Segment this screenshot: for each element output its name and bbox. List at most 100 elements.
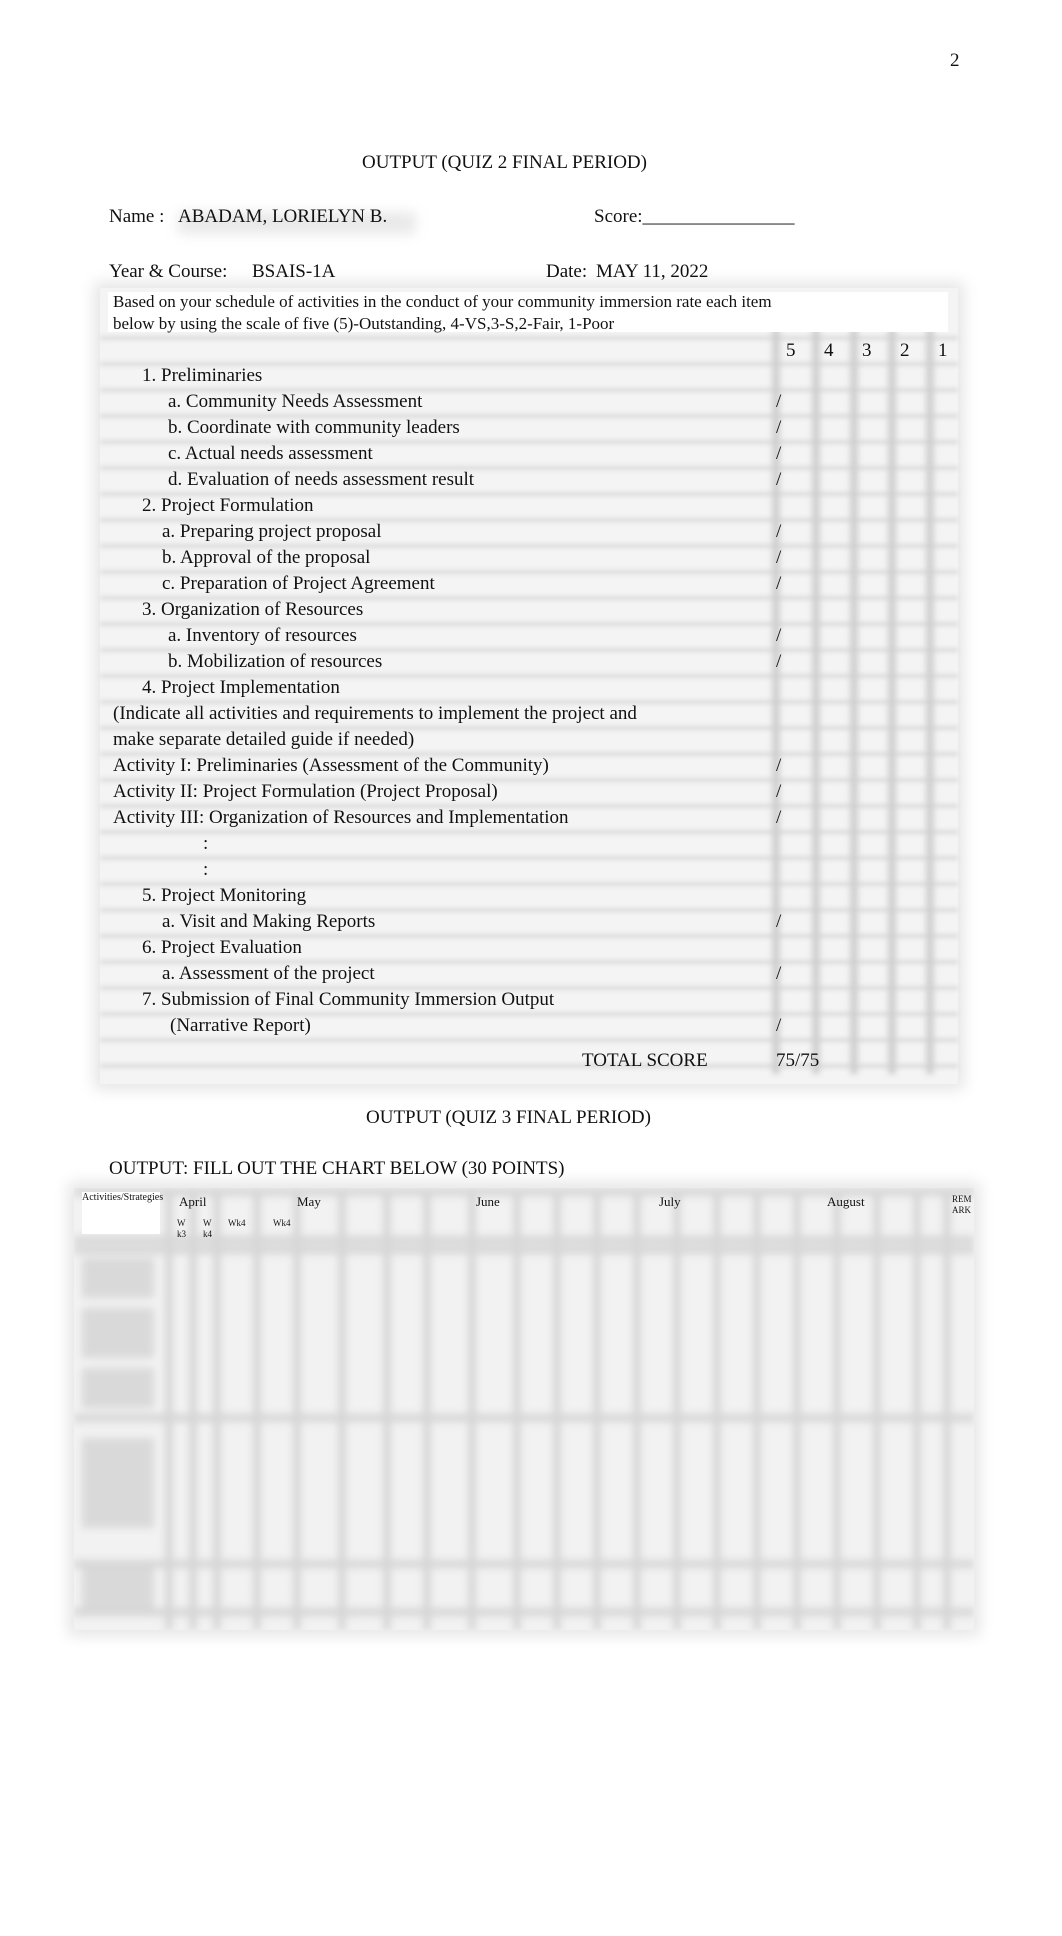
rating-mark: / [776,1015,782,1036]
quiz2-title: OUTPUT (QUIZ 2 FINAL PERIOD) [362,152,647,173]
rubric-item-label: a. Inventory of resources [168,625,357,646]
rubric-item-label: 4. Project Implementation [142,677,340,698]
rubric-item-label: Activity II: Project Formulation (Projec… [113,781,498,802]
activity-chart: Activities/Strategies April May June Jul… [74,1188,974,1630]
rubric-item: a. Community Needs Assessment / [100,391,958,417]
remark-header: REMARK [952,1194,972,1215]
rubric-item-label: Activity III: Organization of Resources … [113,807,569,828]
rubric-item-label: : [203,833,209,854]
rating-mark: / [776,417,782,438]
rubric-item: 5. Project Monitoring [100,885,958,911]
rubric-item: (Indicate all activities and requirement… [100,703,958,729]
rubric-item: b. Approval of the proposal / [100,547,958,573]
rating-mark: / [776,625,782,646]
rubric-item-label: 7. Submission of Final Community Immersi… [142,989,555,1010]
activities-header: Activities/Strategies [82,1192,163,1234]
week-label: Wk4 [203,1218,212,1239]
page-number: 2 [950,50,960,71]
rubric-item: a. Assessment of the project / [100,963,958,989]
rubric-item: (Narrative Report) / [100,1015,958,1041]
rubric-item: b. Coordinate with community leaders / [100,417,958,443]
rubric-item-label: c. Actual needs assessment [168,443,373,464]
rubric-item: 3. Organization of Resources [100,599,958,625]
rubric-item: 7. Submission of Final Community Immersi… [100,989,958,1015]
rubric-item: a. Inventory of resources / [100,625,958,651]
rubric-item-label: a. Visit and Making Reports [162,911,376,932]
date-value: MAY 11, 2022 [596,261,709,282]
rating-mark: / [776,807,782,828]
rubric-item-label: 1. Preliminaries [142,365,263,386]
rubric-item: Activity III: Organization of Resources … [100,807,958,833]
year-course-label: Year & Course: [109,261,228,282]
rubric-item: d. Evaluation of needs assessment result… [100,469,958,495]
rubric-item-label: 2. Project Formulation [142,495,314,516]
rubric-item: : [100,859,958,885]
rubric-item: 6. Project Evaluation [100,937,958,963]
month-may: May [297,1194,321,1209]
rubric-item-label: (Indicate all activities and requirement… [113,703,637,724]
rubric-item: make separate detailed guide if needed) [100,729,958,755]
rating-mark: / [776,651,782,672]
rubric-item: 4. Project Implementation [100,677,958,703]
rating-mark: / [776,391,782,412]
instructions-line-2: below by using the scale of five (5)-Out… [113,314,615,333]
rubric-item-label: 6. Project Evaluation [142,937,302,958]
rubric-item-label: a. Community Needs Assessment [168,391,423,412]
rubric-item: Activity I: Preliminaries (Assessment of… [100,755,958,781]
quiz3-title: OUTPUT (QUIZ 3 FINAL PERIOD) [366,1107,651,1128]
month-april: April [179,1194,207,1209]
rubric-item-label: a. Preparing project proposal [162,521,382,542]
rubric-item: Activity II: Project Formulation (Projec… [100,781,958,807]
year-course-value: BSAIS-1A [252,261,336,282]
rubric-item-label: b. Mobilization of resources [168,651,383,672]
rating-mark: / [776,573,782,594]
rubric-item-label: Activity I: Preliminaries (Assessment of… [113,755,549,776]
scale-4: 4 [824,340,834,361]
rating-mark: / [776,547,782,568]
total-score-value: 75/75 [776,1050,820,1071]
date-label: Date: [546,261,588,282]
rubric-item-label: 5. Project Monitoring [142,885,307,906]
week-label: Wk4 [273,1218,291,1228]
scale-1: 1 [938,340,948,361]
total-score-label: TOTAL SCORE [582,1050,708,1071]
rubric-table: Based on your schedule of activities in … [100,288,958,1084]
rating-mark: / [776,781,782,802]
rubric-item-label: a. Assessment of the project [162,963,375,984]
rubric-item: 1. Preliminaries [100,365,958,391]
scale-3: 3 [862,340,872,361]
score-field: Score:________________ [594,206,795,227]
rating-mark: / [776,521,782,542]
rating-mark: / [776,911,782,932]
rubric-item-label: d. Evaluation of needs assessment result [168,469,475,490]
rating-mark: / [776,443,782,464]
month-june: June [476,1194,500,1209]
quiz3-instruction: OUTPUT: FILL OUT THE CHART BELOW (30 POI… [109,1158,565,1179]
rubric-item: b. Mobilization of resources / [100,651,958,677]
rubric-item: a. Preparing project proposal / [100,521,958,547]
rating-mark: / [776,469,782,490]
rubric-item-label: b. Approval of the proposal [162,547,371,568]
month-august: August [827,1194,865,1209]
rubric-item-label: 3. Organization of Resources [142,599,364,620]
week-label: Wk4 [228,1218,246,1228]
scale-2: 2 [900,340,910,361]
month-july: July [659,1194,681,1209]
rubric-item: 2. Project Formulation [100,495,958,521]
rubric-item-label: : [203,859,209,880]
name-value: ABADAM, LORIELYN B. [178,206,388,227]
rubric-item-label: c. Preparation of Project Agreement [162,573,435,594]
rating-mark: / [776,963,782,984]
scale-5: 5 [786,340,796,361]
rubric-item-label: (Narrative Report) [170,1015,311,1036]
rubric-item-label: b. Coordinate with community leaders [168,417,460,438]
instructions-line-1: Based on your schedule of activities in … [113,292,772,311]
rubric-item: : [100,833,958,859]
rubric-item: c. Actual needs assessment / [100,443,958,469]
week-label: Wk3 [177,1218,186,1239]
rubric-item: c. Preparation of Project Agreement / [100,573,958,599]
rubric-item-label: make separate detailed guide if needed) [113,729,415,750]
rubric-item: a. Visit and Making Reports / [100,911,958,937]
name-label: Name : [109,206,165,227]
rating-mark: / [776,755,782,776]
